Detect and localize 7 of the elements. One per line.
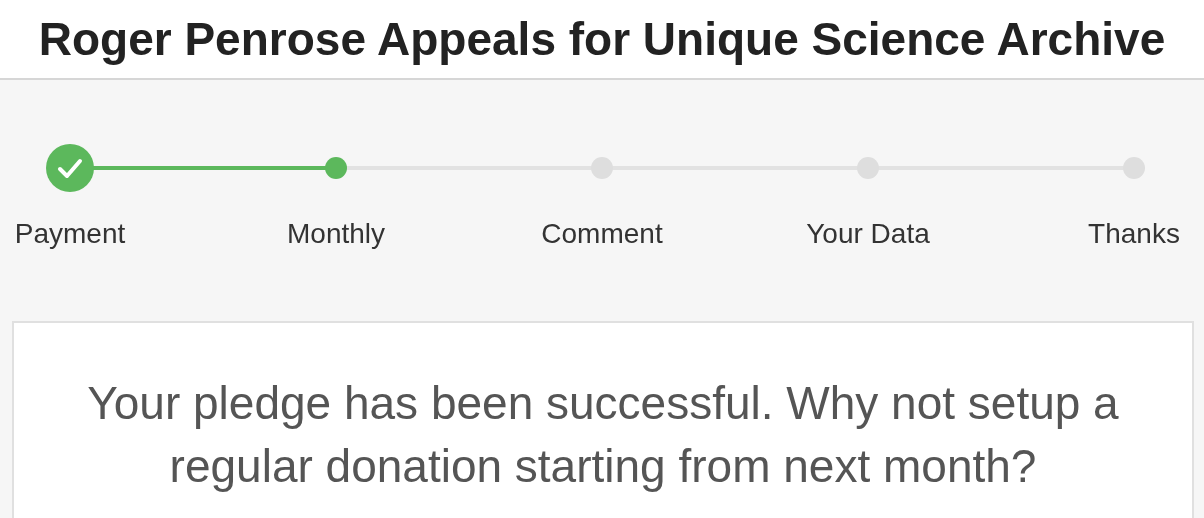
step-label: Comment [541, 218, 663, 250]
step-label: Monthly [287, 218, 386, 250]
step-label: Your Data [806, 218, 930, 250]
page-title: Roger Penrose Appeals for Unique Science Archive [38, 12, 1166, 66]
success-message: Your pledge has been successful. Why not setup a regular donation starting from next month? [86, 376, 1120, 494]
step-label: Thanks [1088, 218, 1180, 250]
step-label: Payment [14, 218, 126, 250]
